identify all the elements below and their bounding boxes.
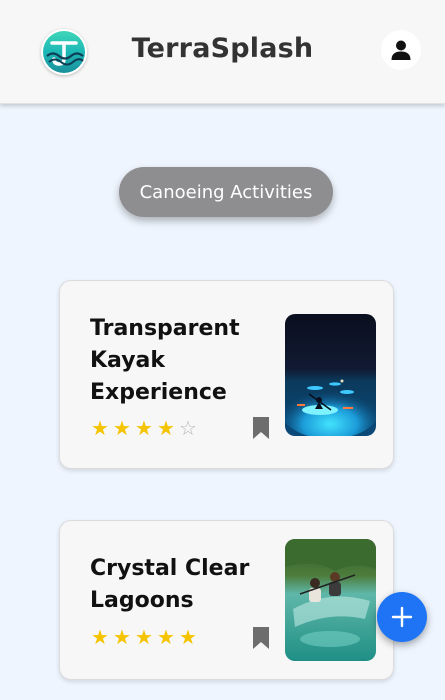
add-button[interactable] [377,592,427,642]
category-button[interactable]: Canoeing Activities [119,167,333,217]
star-filled-icon: ★ [135,625,153,649]
star-filled-icon: ★ [157,625,175,649]
star-filled-icon: ★ [179,625,197,649]
profile-button[interactable] [381,30,421,70]
star-filled-icon: ★ [157,416,175,440]
app-title: TerraSplash [131,33,314,64]
user-icon [391,40,411,60]
star-filled-icon: ★ [113,416,131,440]
activity-card[interactable]: Transparent Kayak Experience ★ ★ ★ ★ ☆ [59,280,394,469]
activity-title: Crystal Clear Lagoons [90,556,250,613]
activity-title: Transparent Kayak Experience [90,316,240,405]
star-empty-icon: ☆ [179,416,197,440]
bookmark-icon[interactable] [252,626,270,650]
plus-icon [391,606,413,628]
star-filled-icon: ★ [91,625,109,649]
star-filled-icon: ★ [91,416,109,440]
activity-image [285,314,376,436]
bookmark-icon[interactable] [252,416,270,440]
app-header: TerraSplash [0,0,445,104]
activity-card[interactable]: Crystal Clear Lagoons ★ ★ ★ ★ ★ [59,520,394,680]
rating-stars: ★ ★ ★ ★ ★ [90,626,198,648]
star-filled-icon: ★ [135,416,153,440]
activity-image [285,539,376,661]
star-filled-icon: ★ [113,625,131,649]
rating-stars: ★ ★ ★ ★ ☆ [90,417,198,439]
